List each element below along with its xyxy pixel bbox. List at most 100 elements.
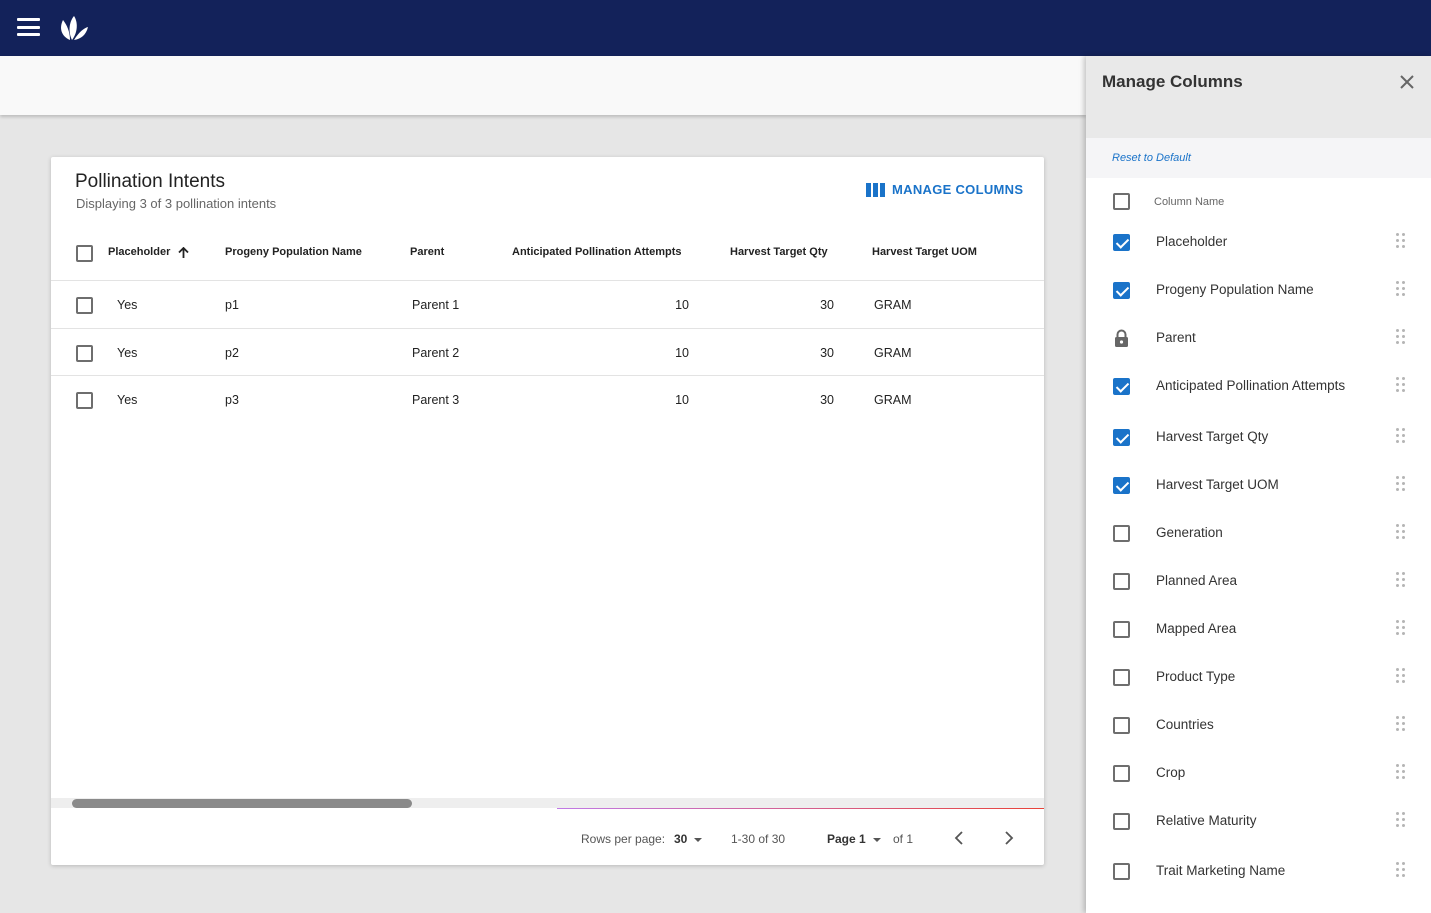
column-label: Countries [1156,717,1214,732]
drag-handle-icon[interactable] [1396,667,1406,687]
cell-placeholder: Yes [117,298,138,312]
horizontal-scrollbar-thumb[interactable] [72,799,412,808]
drag-handle-icon[interactable] [1396,376,1406,396]
columns-icon [866,182,885,197]
column-label: Generation [1156,525,1223,540]
row-checkbox[interactable] [76,345,93,362]
column-label: Anticipated Pollination Attempts [1156,378,1346,393]
header-placeholder[interactable]: Placeholder [108,246,170,258]
header-harvest-target-qty[interactable]: Harvest Target Qty [730,246,828,258]
column-visibility-checkbox[interactable] [1113,378,1130,395]
top-app-bar [0,0,1431,56]
arrow-up-icon[interactable] [178,247,189,259]
drag-handle-icon[interactable] [1396,475,1406,495]
drag-handle-icon[interactable] [1396,232,1406,252]
cell-placeholder: Yes [117,346,138,360]
cell-harvest-target-uom: GRAM [874,393,912,407]
row-checkbox[interactable] [76,392,93,409]
cell-harvest-target-uom: GRAM [874,298,912,312]
drag-handle-icon[interactable] [1396,328,1406,348]
column-label: Product Type [1156,669,1236,684]
column-visibility-checkbox[interactable] [1113,477,1130,494]
column-label: Parent [1156,330,1196,345]
column-visibility-checkbox[interactable] [1113,765,1130,782]
row-checkbox[interactable] [76,297,93,314]
manage-columns-button[interactable]: MANAGE COLUMNS [866,182,1023,197]
previous-page-icon[interactable] [950,828,970,848]
column-visibility-checkbox[interactable] [1113,621,1130,638]
cell-progeny-population-name: p1 [225,298,239,312]
column-visibility-checkbox[interactable] [1113,717,1130,734]
cell-harvest-target-qty: 30 [820,393,834,407]
lock-icon [1115,329,1128,347]
cell-harvest-target-qty: 30 [820,298,834,312]
cell-anticipated-pollination-attempts: 10 [675,346,689,360]
hamburger-icon[interactable] [17,18,40,36]
column-label: Planned Area [1156,573,1238,588]
column-visibility-checkbox[interactable] [1113,525,1130,542]
close-icon[interactable] [1398,73,1416,91]
drag-handle-icon[interactable] [1396,571,1406,591]
header-progeny-population-name[interactable]: Progeny Population Name [225,246,362,258]
header-anticipated-pollination-attempts[interactable]: Anticipated Pollination Attempts [512,246,682,258]
column-visibility-checkbox[interactable] [1113,429,1130,446]
column-visibility-checkbox[interactable] [1113,813,1130,830]
column-label: Harvest Target UOM [1156,477,1279,492]
header-parent[interactable]: Parent [410,246,444,258]
drag-handle-icon[interactable] [1396,523,1406,543]
drag-handle-icon[interactable] [1396,619,1406,639]
page-select-value: Page 1 [827,832,866,846]
leaf-logo-icon[interactable] [57,14,89,42]
rows-per-page-select[interactable]: 30 [674,832,703,846]
panel-title: Manage Columns [1102,72,1243,91]
manage-columns-panel: Manage Columns Reset to Default Column N… [1086,56,1431,913]
cell-placeholder: Yes [117,393,138,407]
next-page-icon[interactable] [998,828,1018,848]
cell-anticipated-pollination-attempts: 10 [675,393,689,407]
column-visibility-checkbox[interactable] [1113,863,1130,880]
column-label: Mapped Area [1156,621,1237,636]
drag-handle-icon[interactable] [1396,763,1406,783]
cell-parent: Parent 1 [412,298,460,312]
dropdown-arrow-icon [872,837,881,842]
select-all-checkbox[interactable] [76,245,93,262]
cell-parent: Parent 3 [412,393,460,407]
drag-handle-icon[interactable] [1396,861,1406,881]
column-visibility-checkbox[interactable] [1113,282,1130,299]
rows-per-page-value: 30 [674,832,688,846]
column-visibility-checkbox[interactable] [1113,573,1130,590]
pollination-intents-card: Pollination Intents Displaying 3 of 3 po… [51,157,1044,865]
card-subtitle: Displaying 3 of 3 pollination intents [76,196,277,211]
table-row[interactable]: Yes p1 Parent 1 10 30 GRAM [51,280,1044,328]
column-label: Progeny Population Name [1156,282,1314,297]
column-name-header: Column Name [1154,196,1225,208]
select-all-columns-checkbox[interactable] [1113,193,1130,210]
card-title: Pollination Intents [75,171,225,192]
header-harvest-target-uom[interactable]: Harvest Target UOM [872,246,977,258]
drag-handle-icon[interactable] [1396,427,1406,447]
pagination-range: 1-30 of 30 [731,832,786,846]
page-count: of 1 [893,832,914,846]
cell-progeny-population-name: p3 [225,393,239,407]
cell-parent: Parent 2 [412,346,460,360]
panel-header: Manage Columns [1086,56,1431,138]
reset-bar: Reset to Default [1086,138,1431,178]
column-label: Placeholder [1156,234,1228,249]
table-row[interactable]: Yes p2 Parent 2 10 30 GRAM [51,328,1044,376]
column-label: Trait Marketing Name [1156,863,1286,878]
rows-per-page-label: Rows per page: [581,832,666,846]
page-select[interactable]: Page 1 [827,832,881,846]
drag-handle-icon[interactable] [1396,715,1406,735]
column-visibility-checkbox[interactable] [1113,669,1130,686]
reset-to-default-link[interactable]: Reset to Default [1112,152,1191,164]
loading-indicator [557,808,1044,809]
cell-harvest-target-uom: GRAM [874,346,912,360]
table-row[interactable]: Yes p3 Parent 3 10 30 GRAM [51,375,1044,423]
secondary-toolbar [0,56,1086,115]
column-visibility-checkbox[interactable] [1113,234,1130,251]
drag-handle-icon[interactable] [1396,811,1406,831]
column-label: Harvest Target Qty [1156,429,1269,444]
cell-progeny-population-name: p2 [225,346,239,360]
drag-handle-icon[interactable] [1396,280,1406,300]
column-label: Relative Maturity [1156,813,1257,828]
